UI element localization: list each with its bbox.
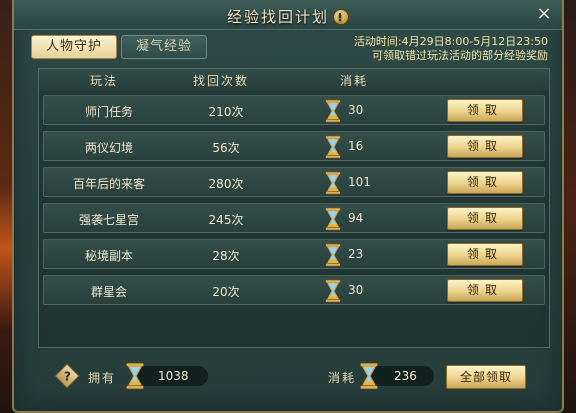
cost-amount: 30 bbox=[348, 283, 364, 297]
cost-amount: 94 bbox=[348, 211, 364, 225]
header-cost: 消耗 bbox=[339, 74, 368, 88]
hourglass-icon bbox=[360, 362, 378, 390]
recover-count: 210次 bbox=[208, 105, 244, 119]
header-count: 找回次数 bbox=[192, 74, 249, 88]
recover-count: 56次 bbox=[212, 141, 240, 155]
activity-name: 强袭七星宫 bbox=[78, 213, 139, 227]
claim-button[interactable]: 领取 bbox=[447, 171, 523, 194]
event-info: 活动时间:4月29日8:00-5月12日23:50 可领取错过玩法活动的部分经验… bbox=[354, 35, 548, 63]
table-row: 强袭七星宫 245次 94 领取 bbox=[43, 203, 545, 233]
recover-count: 20次 bbox=[212, 285, 240, 299]
activity-name: 群星会 bbox=[90, 285, 127, 299]
cost-amount: 23 bbox=[348, 247, 364, 261]
activity-name: 百年后的来客 bbox=[72, 177, 145, 191]
hourglass-icon bbox=[325, 99, 341, 123]
panel-title-text: 经验找回计划 bbox=[226, 8, 329, 26]
exp-recovery-panel: 经验找回计划 ! × 人物守护 凝气经验 活动时间:4月29日8:00-5月12… bbox=[12, 0, 564, 413]
cost-amount: 101 bbox=[348, 175, 371, 189]
game-background-right bbox=[562, 0, 576, 413]
table-row: 群星会 20次 30 领取 bbox=[43, 275, 545, 305]
hourglass-icon bbox=[325, 279, 341, 303]
hourglass-icon bbox=[325, 135, 341, 159]
hourglass-icon bbox=[325, 171, 341, 195]
help-icon[interactable]: ? bbox=[54, 363, 80, 389]
cost-amount: 16 bbox=[348, 139, 364, 153]
tab-condensed-exp[interactable]: 凝气经验 bbox=[121, 35, 207, 59]
claim-button[interactable]: 领取 bbox=[447, 279, 523, 302]
title-bar: 经验找回计划 ! × bbox=[14, 0, 562, 30]
table-header: 玩法 找回次数 消耗 bbox=[39, 69, 549, 91]
close-button[interactable]: × bbox=[532, 3, 556, 25]
info-icon[interactable]: ! bbox=[333, 8, 349, 25]
header-activity: 玩法 bbox=[89, 74, 118, 88]
activity-name: 秘境副本 bbox=[84, 249, 133, 263]
table-row: 师门任务 210次 30 领取 bbox=[43, 95, 545, 125]
footer-bar: ? 拥有 1038 消耗 236 全部领取 bbox=[38, 358, 550, 398]
claim-button[interactable]: 领取 bbox=[447, 99, 523, 122]
hourglass-icon bbox=[325, 207, 341, 231]
claim-button[interactable]: 领取 bbox=[447, 207, 523, 230]
event-time: 活动时间:4月29日8:00-5月12日23:50 bbox=[353, 35, 548, 48]
hourglass-icon bbox=[325, 243, 341, 267]
claim-all-button[interactable]: 全部领取 bbox=[446, 365, 526, 389]
activity-name: 师门任务 bbox=[84, 105, 133, 119]
claim-button[interactable]: 领取 bbox=[447, 135, 523, 158]
table-row: 两仪幻境 56次 16 领取 bbox=[43, 131, 545, 161]
claim-button[interactable]: 领取 bbox=[447, 243, 523, 266]
panel-title: 经验找回计划 ! bbox=[14, 6, 562, 27]
owned-label: 拥有 bbox=[88, 371, 117, 385]
tab-character-guard[interactable]: 人物守护 bbox=[31, 35, 117, 59]
cost-amount: 30 bbox=[348, 103, 364, 117]
activity-table: 玩法 找回次数 消耗 师门任务 210次 30 领取 两仪幻境 56次 16 领取 百年后的来客… bbox=[38, 68, 550, 348]
table-row: 秘境副本 28次 23 领取 bbox=[43, 239, 545, 269]
recover-count: 28次 bbox=[212, 249, 240, 263]
event-description: 可领取错过玩法活动的部分经验奖励 bbox=[372, 49, 548, 62]
cost-label: 消耗 bbox=[328, 371, 357, 385]
recover-count: 245次 bbox=[208, 213, 244, 227]
hourglass-icon bbox=[126, 362, 144, 390]
table-row: 百年后的来客 280次 101 领取 bbox=[43, 167, 545, 197]
activity-name: 两仪幻境 bbox=[84, 141, 133, 155]
recover-count: 280次 bbox=[208, 177, 244, 191]
